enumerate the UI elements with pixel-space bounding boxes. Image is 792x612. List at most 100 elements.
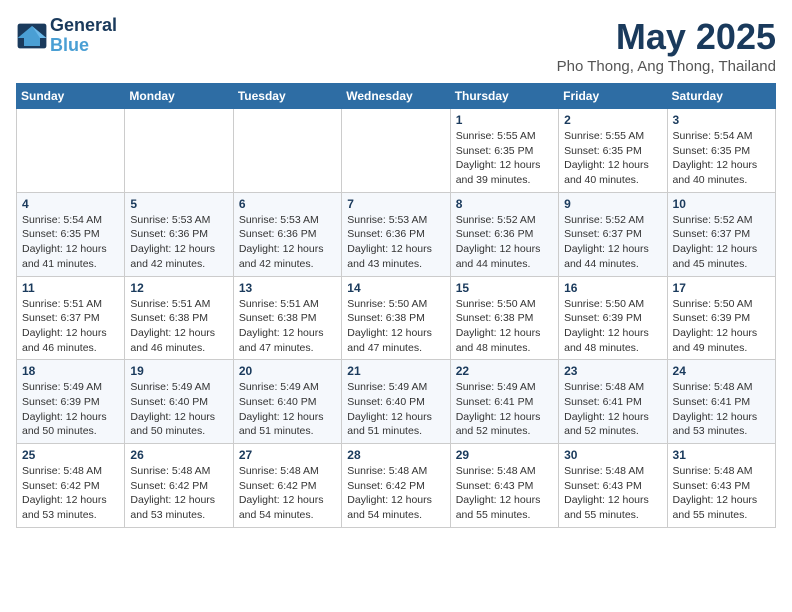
calendar-cell: 3 Sunrise: 5:54 AM Sunset: 6:35 PM Daylig… <box>667 109 775 193</box>
calendar-cell: 26 Sunrise: 5:48 AM Sunset: 6:42 PM Dayli… <box>125 444 233 528</box>
calendar-cell: 23 Sunrise: 5:48 AM Sunset: 6:41 PM Dayli… <box>559 360 667 444</box>
day-info: Sunrise: 5:51 AM Sunset: 6:37 PM Dayligh… <box>22 297 119 356</box>
day-number: 8 <box>456 197 553 211</box>
day-number: 31 <box>673 448 770 462</box>
column-header-wednesday: Wednesday <box>342 84 450 109</box>
calendar-cell: 2 Sunrise: 5:55 AM Sunset: 6:35 PM Daylig… <box>559 109 667 193</box>
month-title: May 2025 <box>557 16 776 58</box>
calendar-cell: 15 Sunrise: 5:50 AM Sunset: 6:38 PM Dayli… <box>450 276 558 360</box>
calendar-cell: 19Sunrise: 5:49 AM Sunset: 6:40 PM Dayli… <box>125 360 233 444</box>
location-title: Pho Thong, Ang Thong, Thailand <box>557 58 776 75</box>
calendar-cell: 5Sunrise: 5:53 AM Sunset: 6:36 PM Daylig… <box>125 192 233 276</box>
day-info: Sunrise: 5:51 AM Sunset: 6:38 PM Dayligh… <box>239 297 336 356</box>
calendar-cell: 18Sunrise: 5:49 AM Sunset: 6:39 PM Dayli… <box>17 360 125 444</box>
day-number: 5 <box>130 197 227 211</box>
day-number: 24 <box>673 364 770 378</box>
day-number: 30 <box>564 448 661 462</box>
calendar-cell: 4 Sunrise: 5:54 AM Sunset: 6:35 PM Daylig… <box>17 192 125 276</box>
day-info: Sunrise: 5:48 AM Sunset: 6:43 PM Dayligh… <box>673 464 770 523</box>
day-number: 26 <box>130 448 227 462</box>
calendar-cell: 20 Sunrise: 5:49 AM Sunset: 6:40 PM Dayli… <box>233 360 341 444</box>
calendar-cell: 31 Sunrise: 5:48 AM Sunset: 6:43 PM Dayli… <box>667 444 775 528</box>
calendar-week-row: 1 Sunrise: 5:55 AM Sunset: 6:35 PM Daylig… <box>17 109 776 193</box>
day-number: 13 <box>239 281 336 295</box>
calendar-header-row: SundayMondayTuesdayWednesdayThursdayFrid… <box>17 84 776 109</box>
day-info: Sunrise: 5:55 AM Sunset: 6:35 PM Dayligh… <box>564 129 661 188</box>
day-info: Sunrise: 5:53 AM Sunset: 6:36 PM Dayligh… <box>347 213 444 272</box>
day-info: Sunrise: 5:48 AM Sunset: 6:42 PM Dayligh… <box>347 464 444 523</box>
calendar-cell: 17 Sunrise: 5:50 AM Sunset: 6:39 PM Dayli… <box>667 276 775 360</box>
calendar-cell: 6Sunrise: 5:53 AM Sunset: 6:36 PM Daylig… <box>233 192 341 276</box>
column-header-friday: Friday <box>559 84 667 109</box>
calendar-cell: 9 Sunrise: 5:52 AM Sunset: 6:37 PM Daylig… <box>559 192 667 276</box>
day-number: 28 <box>347 448 444 462</box>
calendar-cell: 1 Sunrise: 5:55 AM Sunset: 6:35 PM Daylig… <box>450 109 558 193</box>
day-number: 10 <box>673 197 770 211</box>
day-number: 22 <box>456 364 553 378</box>
day-number: 2 <box>564 113 661 127</box>
logo: General Blue <box>16 16 117 56</box>
calendar-cell: 8 Sunrise: 5:52 AM Sunset: 6:36 PM Daylig… <box>450 192 558 276</box>
day-number: 15 <box>456 281 553 295</box>
day-info: Sunrise: 5:54 AM Sunset: 6:35 PM Dayligh… <box>673 129 770 188</box>
day-info: Sunrise: 5:48 AM Sunset: 6:41 PM Dayligh… <box>564 380 661 439</box>
day-info: Sunrise: 5:48 AM Sunset: 6:43 PM Dayligh… <box>564 464 661 523</box>
day-number: 29 <box>456 448 553 462</box>
day-number: 21 <box>347 364 444 378</box>
column-header-saturday: Saturday <box>667 84 775 109</box>
calendar-cell <box>233 109 341 193</box>
day-info: Sunrise: 5:55 AM Sunset: 6:35 PM Dayligh… <box>456 129 553 188</box>
calendar-cell: 7 Sunrise: 5:53 AM Sunset: 6:36 PM Daylig… <box>342 192 450 276</box>
calendar-week-row: 25 Sunrise: 5:48 AM Sunset: 6:42 PM Dayli… <box>17 444 776 528</box>
day-number: 7 <box>347 197 444 211</box>
day-info: Sunrise: 5:48 AM Sunset: 6:42 PM Dayligh… <box>130 464 227 523</box>
column-header-tuesday: Tuesday <box>233 84 341 109</box>
column-header-thursday: Thursday <box>450 84 558 109</box>
day-number: 19 <box>130 364 227 378</box>
day-number: 20 <box>239 364 336 378</box>
day-number: 25 <box>22 448 119 462</box>
calendar-cell: 25 Sunrise: 5:48 AM Sunset: 6:42 PM Dayli… <box>17 444 125 528</box>
day-info: Sunrise: 5:50 AM Sunset: 6:39 PM Dayligh… <box>564 297 661 356</box>
calendar-cell <box>17 109 125 193</box>
day-info: Sunrise: 5:49 AM Sunset: 6:40 PM Dayligh… <box>239 380 336 439</box>
logo-line2: Blue <box>50 36 117 56</box>
day-number: 4 <box>22 197 119 211</box>
day-number: 1 <box>456 113 553 127</box>
day-info: Sunrise: 5:48 AM Sunset: 6:42 PM Dayligh… <box>22 464 119 523</box>
calendar-cell <box>125 109 233 193</box>
calendar-cell <box>342 109 450 193</box>
day-info: Sunrise: 5:48 AM Sunset: 6:42 PM Dayligh… <box>239 464 336 523</box>
day-info: Sunrise: 5:52 AM Sunset: 6:36 PM Dayligh… <box>456 213 553 272</box>
calendar-cell: 13 Sunrise: 5:51 AM Sunset: 6:38 PM Dayli… <box>233 276 341 360</box>
day-info: Sunrise: 5:50 AM Sunset: 6:39 PM Dayligh… <box>673 297 770 356</box>
day-info: Sunrise: 5:49 AM Sunset: 6:40 PM Dayligh… <box>347 380 444 439</box>
day-info: Sunrise: 5:51 AM Sunset: 6:38 PM Dayligh… <box>130 297 227 356</box>
day-number: 9 <box>564 197 661 211</box>
day-number: 23 <box>564 364 661 378</box>
day-number: 3 <box>673 113 770 127</box>
day-number: 16 <box>564 281 661 295</box>
day-number: 14 <box>347 281 444 295</box>
day-info: Sunrise: 5:52 AM Sunset: 6:37 PM Dayligh… <box>673 213 770 272</box>
day-info: Sunrise: 5:50 AM Sunset: 6:38 PM Dayligh… <box>347 297 444 356</box>
calendar-cell: 10 Sunrise: 5:52 AM Sunset: 6:37 PM Dayli… <box>667 192 775 276</box>
day-info: Sunrise: 5:49 AM Sunset: 6:39 PM Dayligh… <box>22 380 119 439</box>
day-number: 17 <box>673 281 770 295</box>
day-info: Sunrise: 5:48 AM Sunset: 6:41 PM Dayligh… <box>673 380 770 439</box>
day-info: Sunrise: 5:50 AM Sunset: 6:38 PM Dayligh… <box>456 297 553 356</box>
day-number: 6 <box>239 197 336 211</box>
calendar-cell: 16 Sunrise: 5:50 AM Sunset: 6:39 PM Dayli… <box>559 276 667 360</box>
day-number: 12 <box>130 281 227 295</box>
day-info: Sunrise: 5:52 AM Sunset: 6:37 PM Dayligh… <box>564 213 661 272</box>
calendar-cell: 24 Sunrise: 5:48 AM Sunset: 6:41 PM Dayli… <box>667 360 775 444</box>
logo-text: General Blue <box>50 16 117 56</box>
calendar-cell: 21 Sunrise: 5:49 AM Sunset: 6:40 PM Dayli… <box>342 360 450 444</box>
calendar-table: SundayMondayTuesdayWednesdayThursdayFrid… <box>16 83 776 528</box>
calendar-cell: 12 Sunrise: 5:51 AM Sunset: 6:38 PM Dayli… <box>125 276 233 360</box>
day-info: Sunrise: 5:54 AM Sunset: 6:35 PM Dayligh… <box>22 213 119 272</box>
calendar-cell: 28 Sunrise: 5:48 AM Sunset: 6:42 PM Dayli… <box>342 444 450 528</box>
day-number: 11 <box>22 281 119 295</box>
day-info: Sunrise: 5:48 AM Sunset: 6:43 PM Dayligh… <box>456 464 553 523</box>
column-header-monday: Monday <box>125 84 233 109</box>
